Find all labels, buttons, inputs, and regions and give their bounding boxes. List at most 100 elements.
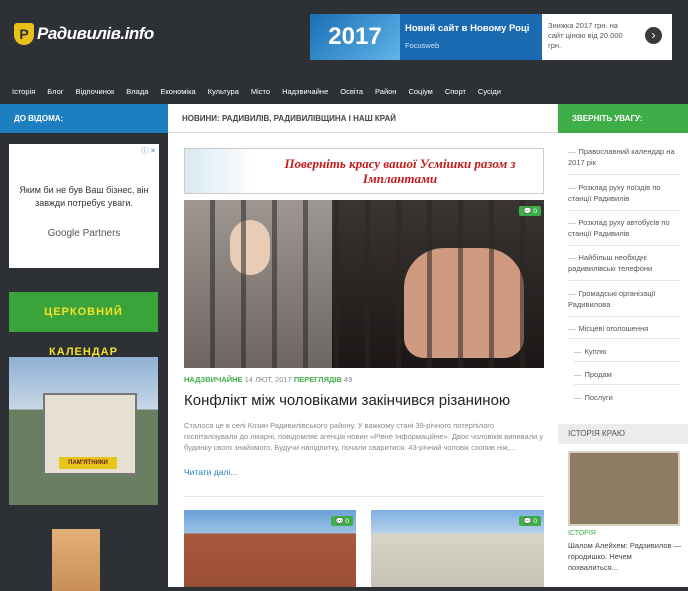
history-category[interactable]: ІСТОРІЯ	[568, 530, 596, 537]
divider	[568, 316, 680, 317]
main-content: НОВИНИ: РАДИВИЛІВ, РАДИВИЛІВЩИНА І НАШ К…	[168, 104, 558, 587]
article-excerpt: Сталося це в селі Козин Радивилівського …	[184, 421, 544, 452]
read-more-link[interactable]: Читати далі...	[184, 467, 237, 477]
church-calendar-banner[interactable]: ЦЕРКОВНИЙ КАЛЕНДАР	[9, 292, 158, 358]
right-sidebar-header: ЗВЕРНІТЬ УВАГУ:	[558, 104, 688, 133]
link-dash: —	[568, 253, 576, 262]
ad-headline-block: Новий сайт в Новому Році Focusweb	[400, 14, 542, 60]
views-count: 49	[343, 375, 353, 384]
history-section-header: ІСТОРІЯ КРАЮ	[558, 424, 688, 444]
nav-item-history[interactable]: Історія	[12, 87, 35, 96]
comment-count: 0	[345, 518, 349, 525]
link-text: Громадські організації Радивилова	[568, 289, 656, 309]
photo-ad[interactable]	[52, 529, 100, 591]
nav-item-district[interactable]: Район	[375, 87, 396, 96]
divider	[568, 280, 680, 281]
left-sidebar-header: ДО ВІДОМА:	[0, 104, 168, 133]
article-thumbnail[interactable]: 💬 0	[184, 510, 356, 587]
dental-implants-banner[interactable]: Поверніть красу вашої Усмішки разом з Ім…	[184, 148, 544, 194]
comment-count-badge[interactable]: 💬 0	[519, 516, 541, 526]
nav-item-city[interactable]: Місто	[251, 87, 270, 96]
article-photo[interactable]: 💬 0	[184, 200, 544, 368]
google-ad[interactable]: ⓘ ✕ Яким би не був Ваш бізнес, він завжд…	[9, 144, 159, 268]
sidebar-link[interactable]: — Місцеві оголошення	[568, 323, 680, 334]
views-label: ПЕРЕГЛЯДІВ	[293, 375, 342, 384]
nav-item-authority[interactable]: Влада	[126, 87, 148, 96]
kiosk-sign: ПАМ'ЯТНИКИ	[59, 457, 117, 469]
news-section-header: НОВИНИ: РАДИВИЛІВ, РАДИВИЛІВЩИНА І НАШ К…	[168, 104, 558, 133]
article-meta: НАДЗВИЧАЙНЕ 14 ЛЮТ, 2017 ПЕРЕГЛЯДІВ 49	[184, 375, 352, 384]
nav-item-society[interactable]: Соціум	[408, 87, 432, 96]
link-dash: —	[568, 289, 576, 298]
banner-teeth-image	[185, 149, 257, 193]
nav-item-blog[interactable]: Блог	[47, 87, 63, 96]
sidebar-link[interactable]: — Розклад руху автобусів по станції Радив…	[568, 217, 680, 239]
divider	[568, 174, 680, 175]
ad-image: 2017	[310, 14, 400, 60]
nav-item-culture[interactable]: Культура	[208, 87, 239, 96]
banner-text: Поверніть красу вашої Усмішки разом з Ім…	[284, 156, 516, 186]
link-text: Куплю	[584, 347, 607, 356]
sidebar-sublink[interactable]: — Послуги	[574, 392, 686, 403]
article-title[interactable]: Конфлікт між чоловіками закінчився різан…	[184, 392, 510, 409]
left-sidebar: ДО ВІДОМА: ⓘ ✕ Яким би не був Ваш бізнес…	[0, 104, 168, 591]
link-text: Розклад руху поїздів по станції Радивилі…	[568, 183, 661, 203]
comment-count: 0	[533, 208, 537, 215]
link-dash: —	[574, 393, 582, 402]
link-text: Послуги	[584, 393, 613, 402]
divider	[568, 338, 680, 339]
ad-next-arrow-icon[interactable]: ›	[645, 27, 662, 44]
google-ad-text: Яким би не був Ваш бізнес, він завжди по…	[19, 185, 149, 208]
sidebar-sublink[interactable]: — Продам	[574, 369, 686, 380]
nav-item-education[interactable]: Освіта	[340, 87, 363, 96]
link-text: Місцеві оголошення	[578, 324, 649, 333]
monuments-kiosk-ad[interactable]: ПАМ'ЯТНИКИ	[9, 357, 158, 505]
main-nav: Історія Блог Відпочинок Влада Економіка …	[0, 80, 688, 102]
ad-body-block: Знижка 2017 грн. на сайт ціною від 20.00…	[542, 14, 672, 60]
nav-item-neighbors[interactable]: Сусіди	[478, 87, 501, 96]
ad-source: Focusweb	[405, 41, 440, 50]
sidebar-link[interactable]: — Найбільш необхідні радивилівські телефо…	[568, 252, 680, 274]
nav-item-economy[interactable]: Економіка	[160, 87, 195, 96]
logo-emblem-icon: Р	[14, 23, 34, 45]
comment-count-badge[interactable]: 💬 0	[519, 206, 541, 216]
site-header: Р Радивилів.info 2017 Новий сайт в Новом…	[0, 0, 688, 78]
history-excerpt[interactable]: Шалом Алейхем: Радзивилов — городишко. Н…	[568, 540, 683, 573]
article-date: 14 ЛЮТ, 2017	[244, 375, 292, 384]
divider	[568, 245, 680, 246]
link-dash: —	[568, 218, 576, 227]
nav-item-emergency[interactable]: Надзвичайне	[282, 87, 328, 96]
sidebar-sublink[interactable]: — Куплю	[574, 346, 686, 357]
link-text: Православний календар на 2017 рік	[568, 147, 675, 167]
link-dash: —	[568, 183, 576, 192]
link-dash: —	[568, 324, 576, 333]
comment-count-badge[interactable]: 💬 0	[331, 516, 353, 526]
link-dash: —	[574, 347, 582, 356]
divider	[184, 496, 544, 497]
link-text: Найбільш необхідні радивилівські телефон…	[568, 253, 653, 273]
nav-item-leisure[interactable]: Відпочинок	[75, 87, 114, 96]
top-ad-banner[interactable]: 2017 Новий сайт в Новому Році Focusweb З…	[310, 14, 672, 60]
divider	[574, 361, 680, 362]
divider	[574, 384, 680, 385]
link-text: Продам	[584, 370, 612, 379]
sidebar-link[interactable]: — Православний календар на 2017 рік	[568, 146, 680, 168]
sidebar-link[interactable]: — Розклад руху поїздів по станції Радивил…	[568, 182, 680, 204]
site-logo[interactable]: Р Радивилів.info	[14, 20, 154, 48]
sidebar-link[interactable]: — Громадські організації Радивилова	[568, 288, 680, 310]
history-image[interactable]	[568, 451, 680, 526]
link-dash: —	[574, 370, 582, 379]
logo-text: Радивилів.info	[37, 24, 154, 43]
nav-item-sport[interactable]: Спорт	[445, 87, 466, 96]
photo-bars	[184, 200, 544, 368]
comment-count: 0	[533, 518, 537, 525]
ad-title: Новий сайт в Новому Році	[405, 23, 530, 34]
article-category[interactable]: НАДЗВИЧАЙНЕ	[184, 375, 243, 384]
ad-close-icon[interactable]: ⓘ ✕	[141, 146, 156, 156]
google-partners-logo: Google Partners	[47, 228, 121, 239]
divider	[568, 210, 680, 211]
article-thumbnail[interactable]: 💬 0	[371, 510, 544, 587]
link-dash: —	[568, 147, 576, 156]
ad-body: Знижка 2017 грн. на сайт ціною від 20.00…	[548, 21, 623, 50]
link-text: Розклад руху автобусів по станції Радиви…	[568, 218, 670, 238]
